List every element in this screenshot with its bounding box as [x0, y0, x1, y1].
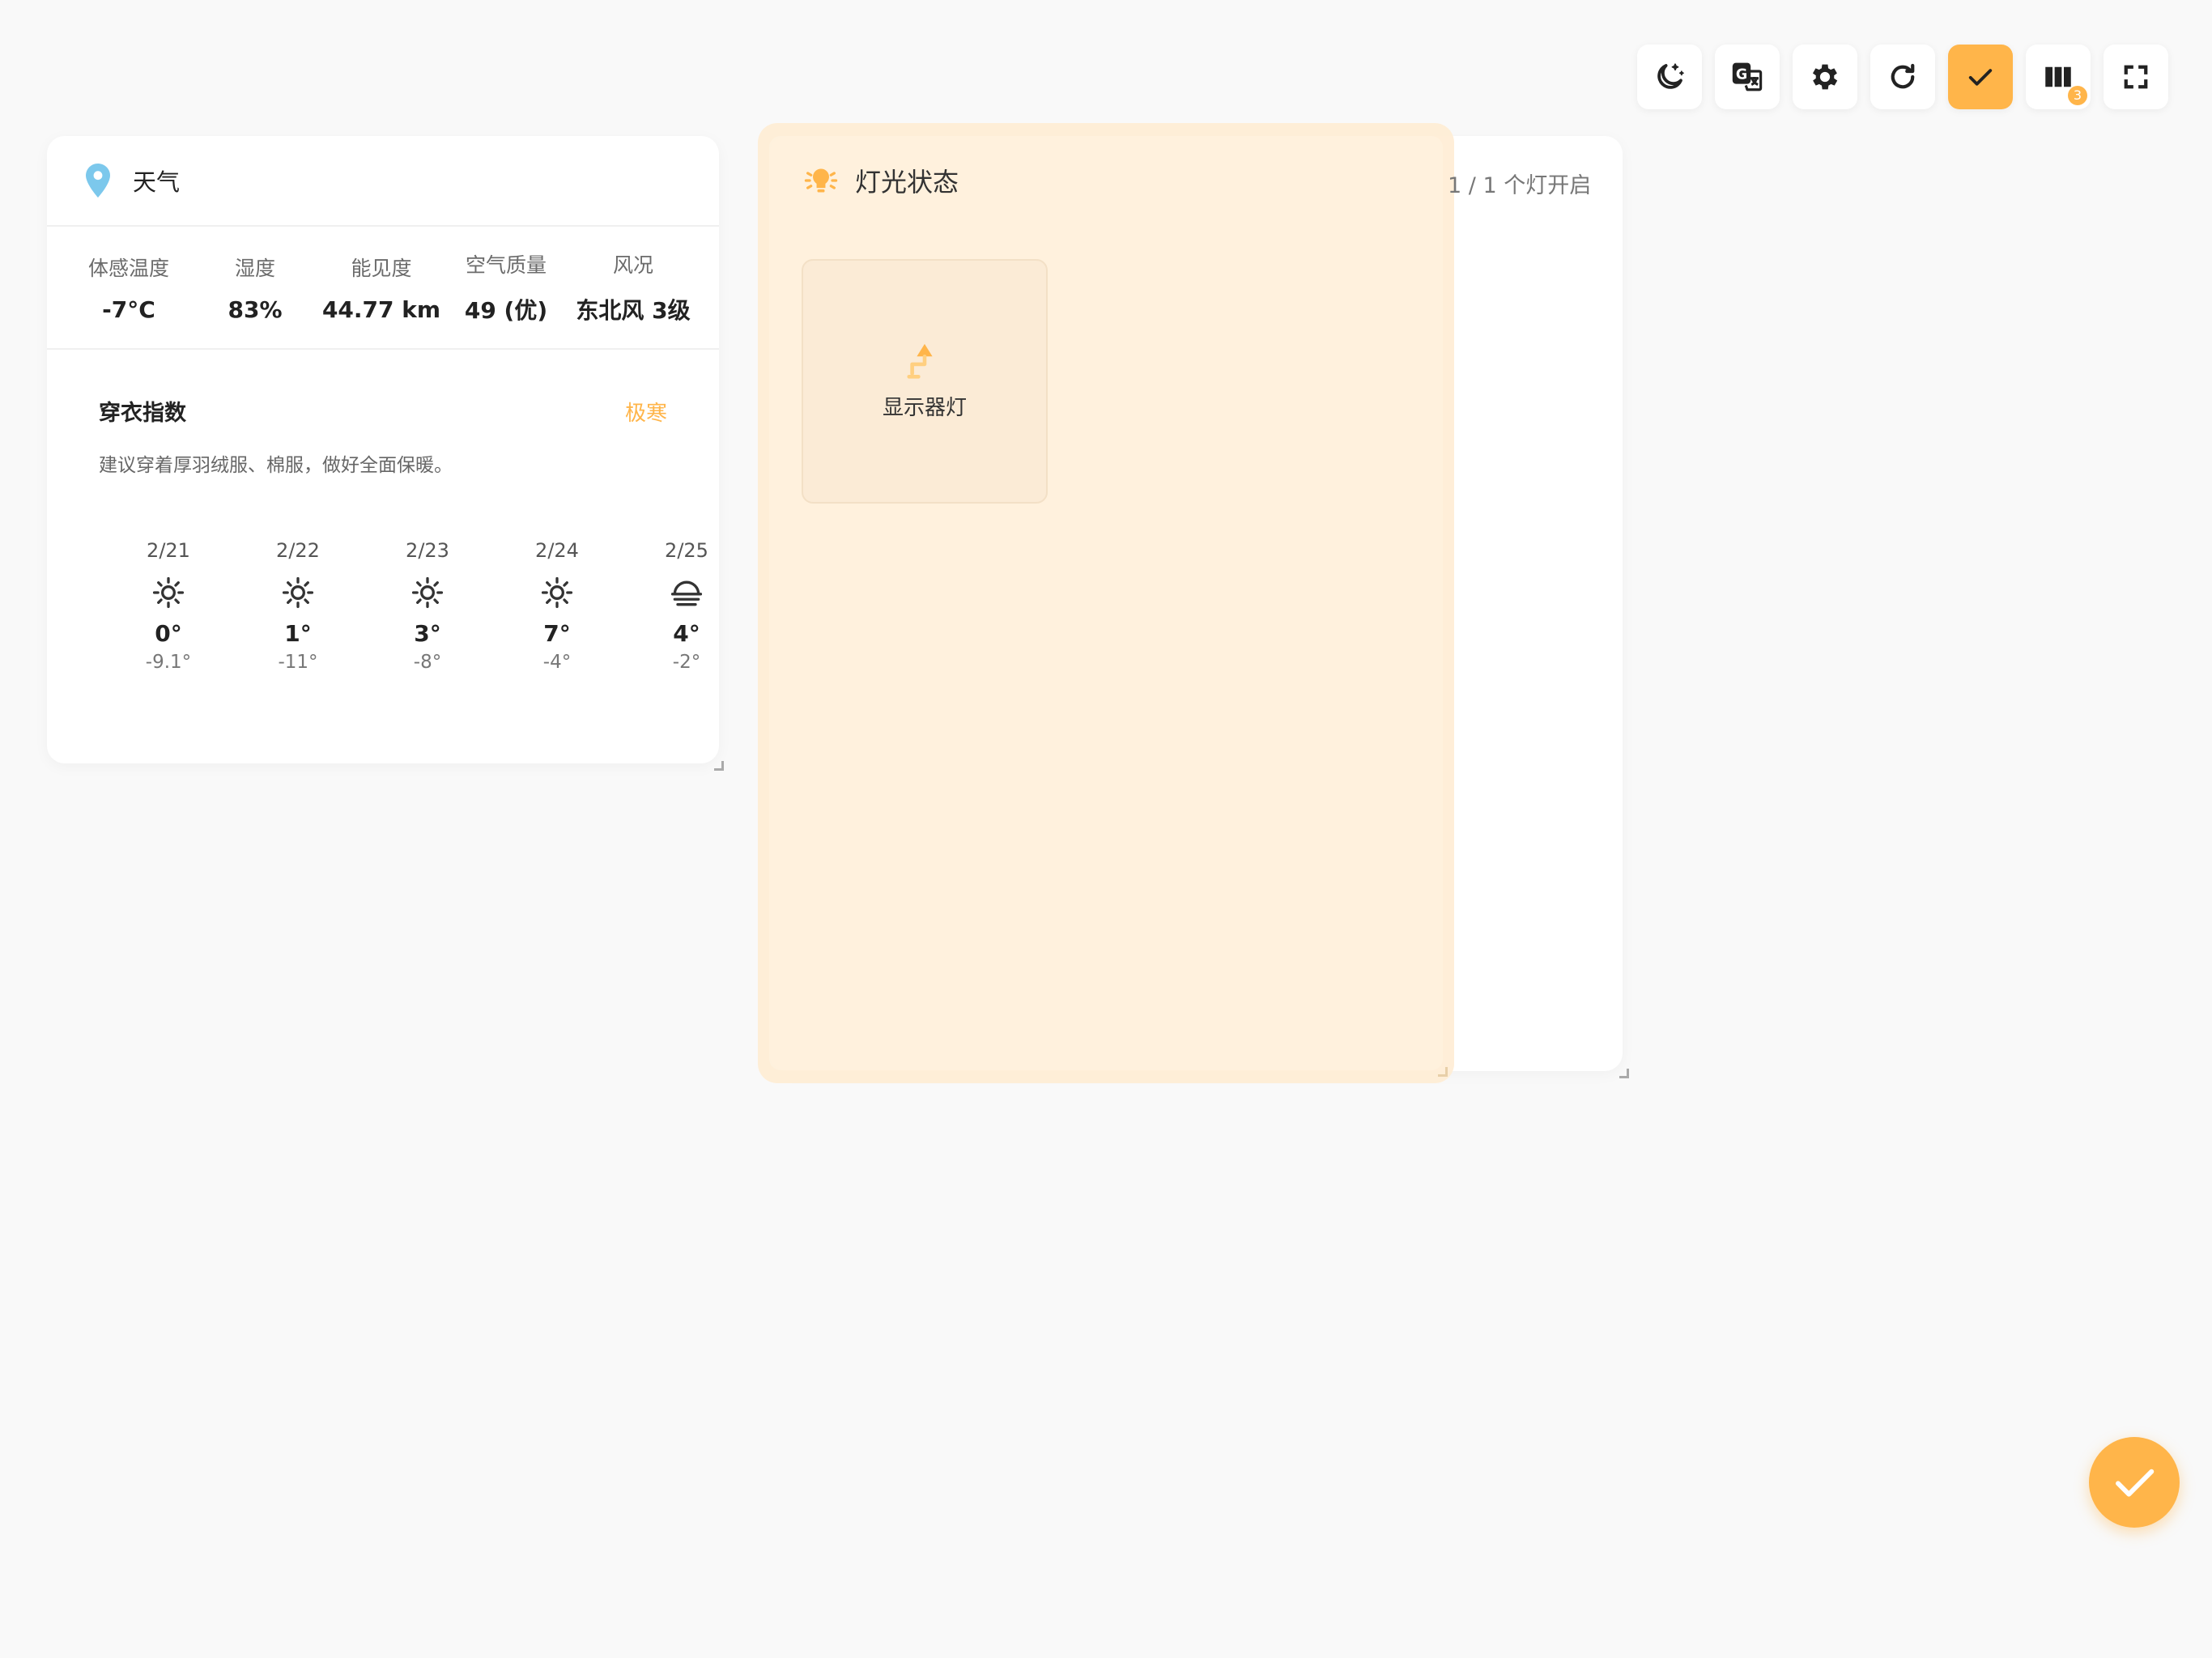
stat-value: 49 (优): [464, 297, 548, 324]
moon-stars-icon: [1657, 63, 1684, 89]
forecast-day: 2/22 1° -11°: [233, 536, 363, 673]
light-card-resize-handle[interactable]: [1619, 1069, 1629, 1078]
svg-text:G: G: [1736, 67, 1747, 83]
dressing-level: 极寒: [624, 402, 667, 426]
fullscreen-button[interactable]: [2104, 45, 2168, 109]
forecast-date: 2/24: [535, 539, 579, 562]
forecast-date: 2/22: [276, 539, 320, 562]
stat-feels-like: 体感温度 -7°C: [79, 253, 178, 323]
sunny-icon: [541, 576, 573, 609]
weather-card-resize-handle[interactable]: [714, 761, 724, 771]
fog-icon: [670, 580, 703, 606]
light-status-header: 灯光状态: [803, 162, 959, 199]
stat-label: 能见度: [351, 256, 412, 280]
lights-on-count: 1 / 1 个灯开启: [1448, 173, 1592, 198]
forecast-low: -4°: [542, 652, 572, 673]
settings-button[interactable]: [1793, 45, 1857, 109]
desk-lamp-icon: [907, 343, 933, 379]
forecast-low: -2°: [672, 652, 701, 673]
edit-done-button[interactable]: [1948, 45, 2013, 109]
forecast-high: 4°: [673, 620, 700, 647]
weather-card[interactable]: 天气 体感温度 -7°C 湿度 83% 能见度 44.77 km 空气质量 49…: [47, 136, 719, 763]
stat-value: -7°C: [102, 295, 155, 323]
forecast-date: 2/25: [665, 539, 708, 562]
weather-stats: 体感温度 -7°C 湿度 83% 能见度 44.77 km 空气质量 49 (优…: [47, 227, 719, 350]
forecast-day: 2/24 7° -4°: [492, 536, 622, 673]
stat-wind: 风况 东北风 3级: [568, 249, 698, 325]
forecast-date: 2/23: [406, 539, 449, 562]
refresh-button[interactable]: [1870, 45, 1935, 109]
stat-visibility: 能见度 44.77 km: [321, 253, 442, 323]
forecast-high: 7°: [543, 620, 571, 647]
stat-label: 湿度: [234, 256, 275, 280]
light-device-tile[interactable]: 显示器灯: [802, 259, 1048, 504]
dark-mode-button[interactable]: [1637, 45, 1702, 109]
forecast-date: 2/21: [147, 539, 190, 562]
gear-icon: [1812, 64, 1838, 90]
stat-label: 风况: [612, 253, 653, 277]
dressing-title: 穿衣指数: [99, 401, 186, 426]
light-status-title: 灯光状态: [855, 167, 959, 198]
refresh-icon: [1891, 63, 1915, 89]
stat-humidity: 湿度 83%: [202, 253, 308, 323]
forecast-low: -11°: [278, 652, 318, 673]
forecast-low: -9.1°: [145, 652, 192, 673]
dressing-description: 建议穿着厚羽绒服、棉服，做好全面保暖。: [99, 455, 453, 476]
check-icon: [2116, 1469, 2155, 1497]
columns-count-badge: 3: [2068, 86, 2087, 105]
stat-value: 44.77 km: [321, 295, 441, 323]
fullscreen-icon: [2124, 65, 2148, 89]
translate-button[interactable]: G: [1715, 45, 1780, 109]
forecast-day: 2/21 0° -9.1°: [104, 536, 233, 673]
overlay-resize-handle[interactable]: [1438, 1067, 1448, 1077]
forecast-high: 1°: [284, 620, 312, 647]
stat-value: 东北风 3级: [576, 297, 691, 324]
forecast-day: 2/23 3° -8°: [363, 536, 492, 673]
location-pin-icon: [86, 164, 110, 198]
weather-title: 天气: [133, 168, 181, 196]
forecast-list: 2/21 0° -9.1° 2/22 1° -11° 2/23 3° -8° 2…: [104, 536, 751, 673]
confirm-fab[interactable]: [2089, 1437, 2180, 1528]
forecast-day: 2/25 4° -2°: [622, 536, 751, 673]
sunny-icon: [282, 576, 314, 609]
translate-icon: G: [1732, 62, 1763, 91]
forecast-high: 3°: [414, 620, 441, 647]
layout-columns-button[interactable]: 3: [2026, 45, 2091, 109]
stat-label: 体感温度: [87, 256, 169, 280]
stat-label: 空气质量: [465, 253, 547, 277]
check-icon: [1968, 69, 1993, 86]
sunny-icon: [152, 576, 185, 609]
dressing-index: 穿衣指数 极寒 建议穿着厚羽绒服、棉服，做好全面保暖。: [47, 350, 719, 477]
lightbulb-icon: [804, 168, 838, 193]
light-device-name: 显示器灯: [882, 395, 967, 420]
stat-value: 83%: [228, 295, 283, 323]
top-toolbar: G 3: [1637, 45, 2168, 109]
forecast-low: -8°: [413, 652, 442, 673]
stat-air-quality: 空气质量 49 (优): [445, 249, 567, 325]
forecast-high: 0°: [155, 620, 182, 647]
sunny-icon: [411, 576, 444, 609]
weather-card-header: 天气: [47, 136, 719, 227]
